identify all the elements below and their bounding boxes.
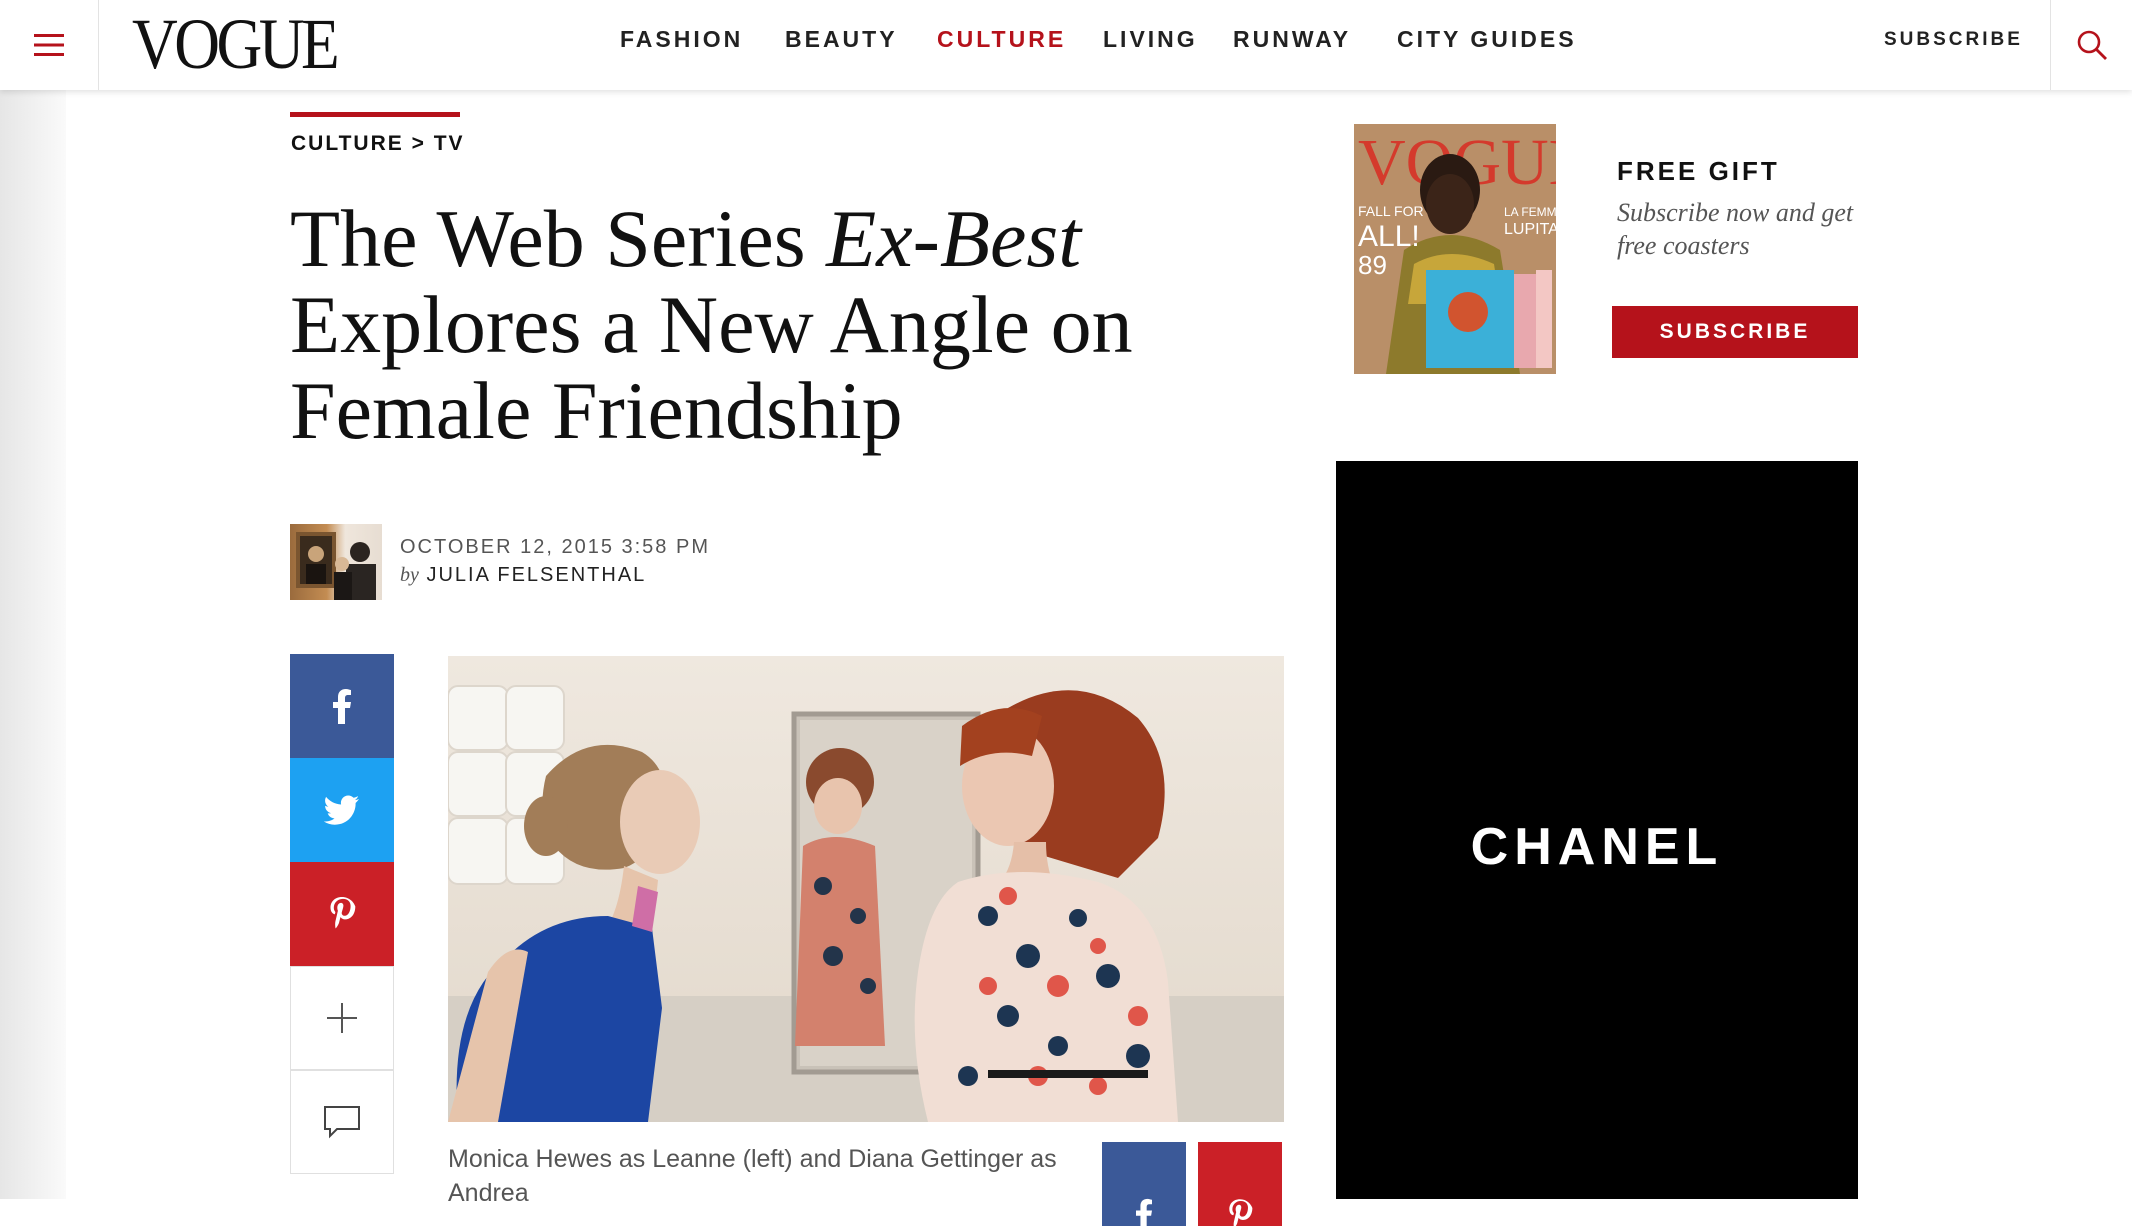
breadcrumb-subsection[interactable]: TV [434, 132, 465, 155]
site-header: VOGUE FASHION BEAUTY CULTURE LIVING RUNW… [0, 0, 2132, 90]
share-twitter-button[interactable] [290, 758, 394, 862]
free-gift-description: Subscribe now and get free coasters [1617, 198, 1854, 260]
breadcrumb-separator: > [411, 132, 426, 155]
nav-item-living[interactable]: LIVING [1103, 26, 1198, 53]
headline-text: Explores a New Angle on [290, 279, 1133, 370]
chanel-advertisement[interactable]: CHANEL [1336, 461, 1858, 1199]
sidebar-subscribe-button[interactable]: SUBSCRIBE [1612, 306, 1858, 358]
breadcrumb-section[interactable]: CULTURE [291, 132, 404, 155]
magazine-cover-image[interactable]: VOGUE FALL FOR ALL! 89 LA FEMME LUPITA [1354, 124, 1556, 374]
nav-item-fashion[interactable]: FASHION [620, 26, 743, 53]
twitter-icon [324, 795, 359, 825]
svg-text:ALL!: ALL! [1358, 220, 1420, 253]
svg-text:FALL FOR: FALL FOR [1358, 203, 1424, 219]
publish-date: OCTOBER 12, 2015 3:58 PM [400, 536, 710, 558]
vogue-logo[interactable]: VOGUE [132, 8, 340, 80]
breadcrumb: CULTURE > TV [291, 132, 465, 156]
byline-prefix: by [400, 564, 419, 586]
headline-text: The Web Series [290, 193, 827, 284]
svg-text:LUPITA: LUPITA [1504, 221, 1556, 238]
caption-share-facebook-button[interactable] [1102, 1142, 1186, 1230]
nav-item-culture[interactable]: CULTURE [937, 26, 1066, 53]
image-caption: Monica Hewes as Leanne (left) and Diana … [448, 1145, 1057, 1207]
article-headline: The Web Series Ex-Best Explores a New An… [290, 196, 1250, 454]
byline: by JULIA FELSENTHAL [400, 564, 646, 587]
plus-icon [327, 1003, 357, 1033]
left-gutter [0, 90, 66, 1199]
svg-text:89: 89 [1358, 250, 1387, 280]
share-more-button[interactable] [290, 966, 394, 1070]
comment-icon [324, 1106, 360, 1139]
hamburger-icon [34, 34, 64, 56]
nav-item-runway[interactable]: RUNWAY [1233, 26, 1351, 53]
pinterest-icon [330, 897, 356, 929]
nav-item-beauty[interactable]: BEAUTY [785, 26, 898, 53]
nav-item-city-guides[interactable]: CITY GUIDES [1397, 26, 1577, 53]
comments-button[interactable] [290, 1070, 394, 1174]
caption-share-pinterest-button[interactable] [1198, 1142, 1282, 1229]
free-gift-title: FREE GIFT [1617, 156, 1780, 186]
author-avatar[interactable] [290, 524, 382, 600]
search-icon [2077, 30, 2107, 60]
header-subscribe-link[interactable]: SUBSCRIBE [1884, 29, 2023, 51]
menu-button[interactable] [0, 0, 99, 90]
share-pinterest-button[interactable] [290, 862, 394, 966]
ad-brand-text: CHANEL [1470, 818, 1724, 876]
pinterest-icon [1229, 1199, 1253, 1229]
section-rule [290, 112, 460, 117]
article-hero-image[interactable] [448, 656, 1284, 1122]
share-facebook-button[interactable] [290, 654, 394, 758]
search-button[interactable] [2050, 0, 2132, 90]
facebook-icon [1136, 1198, 1152, 1230]
author-name[interactable]: JULIA FELSENTHAL [426, 564, 646, 586]
headline-series-title: Ex-Best [826, 193, 1082, 284]
svg-text:LA FEMME: LA FEMME [1504, 205, 1556, 219]
headline-text: Female Friendship [290, 365, 903, 456]
facebook-icon [333, 689, 351, 724]
